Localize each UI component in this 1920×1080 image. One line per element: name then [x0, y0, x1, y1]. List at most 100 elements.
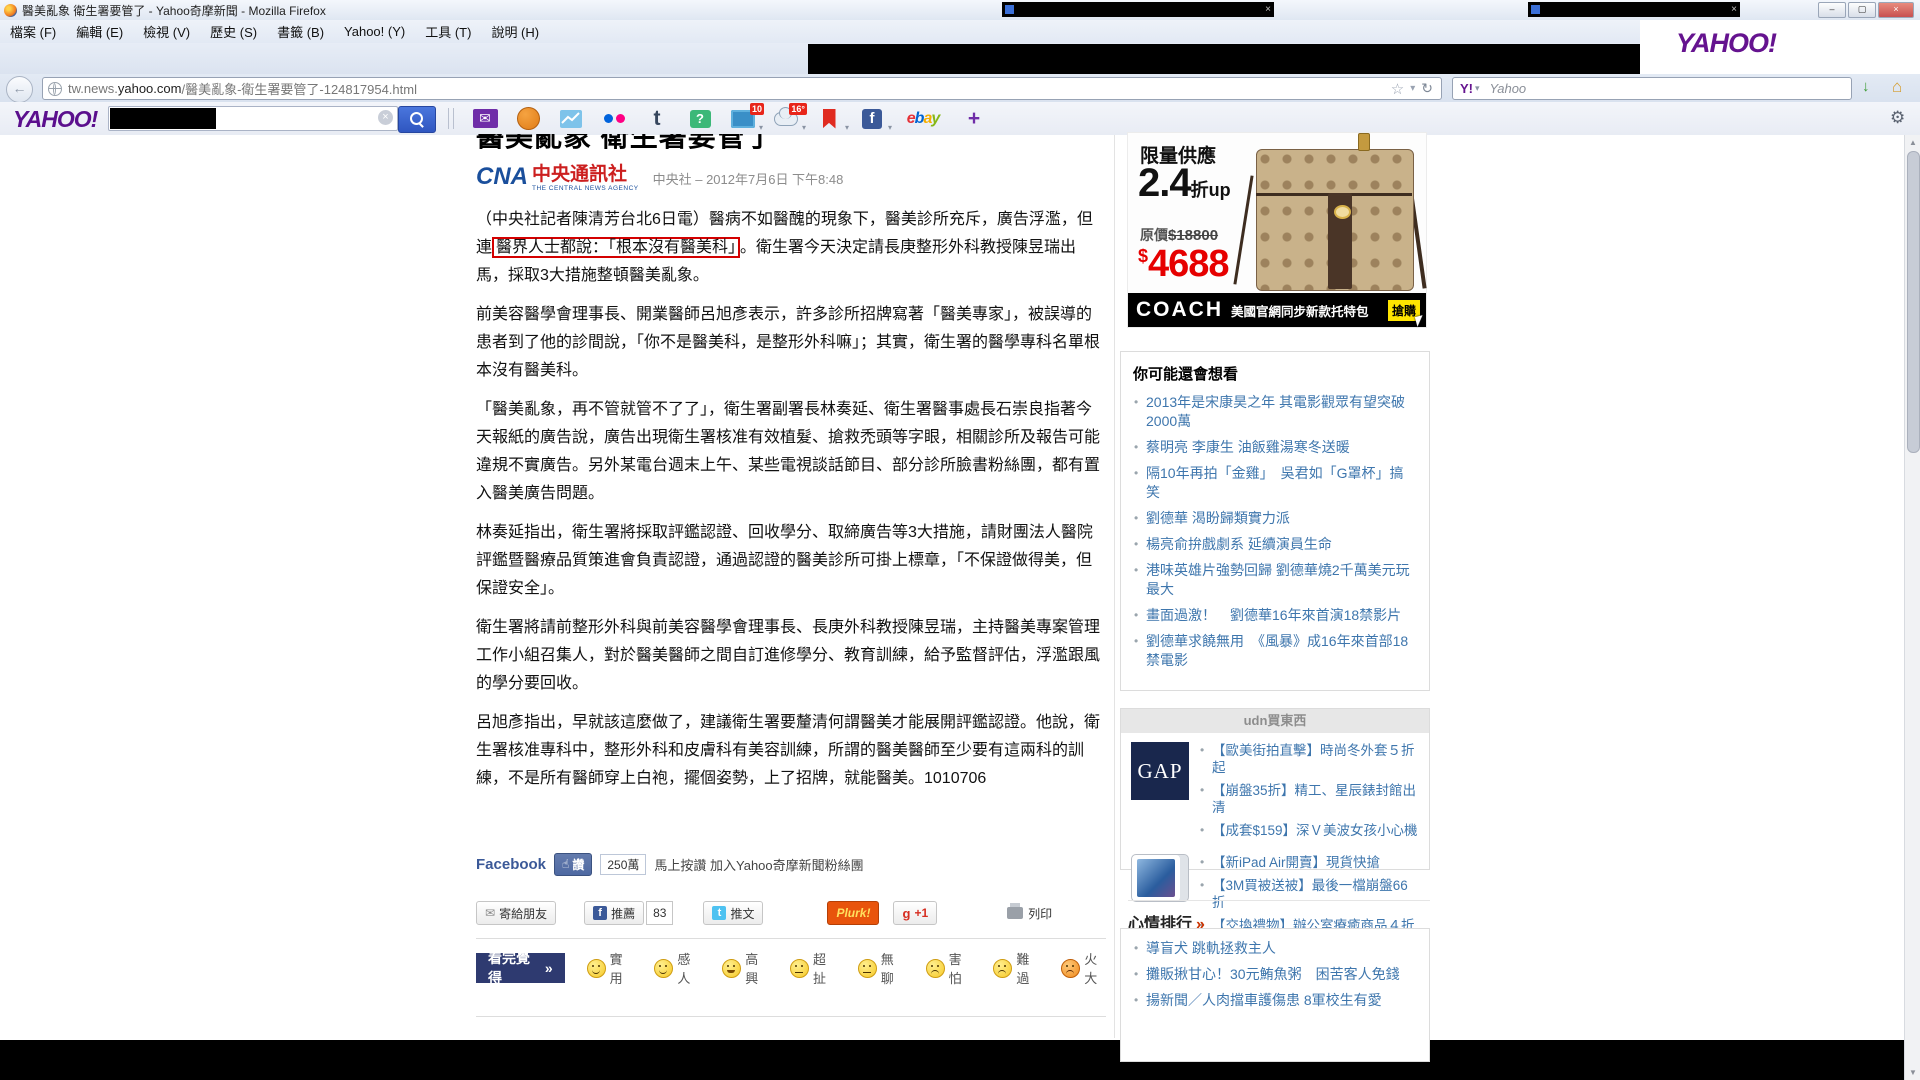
- bookmark-star-icon[interactable]: ☆: [1391, 80, 1404, 98]
- google-plusone-button[interactable]: g +1: [893, 901, 937, 925]
- mood-link[interactable]: 攤販揪甘心！30元鮪魚粥 困苦客人免錢: [1133, 965, 1417, 984]
- related-link[interactable]: 楊亮俞拚戲劇系 延續演員生命: [1133, 535, 1417, 554]
- close-button[interactable]: ×: [1878, 2, 1914, 18]
- print-button[interactable]: 列印: [1007, 905, 1052, 922]
- shopping-link[interactable]: 【成套$159】深Ｖ美波女孩小心機: [1199, 822, 1419, 839]
- menu-tools[interactable]: 工具 (T): [415, 22, 481, 41]
- related-link[interactable]: 劉德華 渴盼歸類實力派: [1133, 509, 1417, 528]
- flickr-icon[interactable]: [601, 106, 627, 132]
- scrollbar-thumb[interactable]: [1907, 151, 1920, 453]
- download-icon[interactable]: ↓: [1862, 78, 1870, 95]
- menu-history[interactable]: 歷史 (S): [200, 22, 267, 41]
- minimize-button[interactable]: –: [1818, 2, 1846, 18]
- reload-icon[interactable]: ↻: [1421, 80, 1433, 97]
- menu-yahoo[interactable]: Yahoo! (Y): [334, 24, 415, 39]
- related-link[interactable]: 劉德華求饒無用 《風暴》成16年來首部18禁電影: [1133, 632, 1417, 670]
- related-link[interactable]: 2013年是宋康昊之年 其電影觀眾有望突破2000萬: [1133, 393, 1417, 431]
- search-provider-icon[interactable]: Y!: [1460, 81, 1473, 96]
- toolbar-search-button[interactable]: [398, 106, 436, 133]
- browser-search-box[interactable]: Y! ▾: [1452, 77, 1852, 100]
- back-button[interactable]: ←: [6, 76, 33, 103]
- facebook-like-button[interactable]: ☝ 讚: [554, 853, 592, 876]
- printer-icon: [1007, 907, 1023, 919]
- magnifier-icon: [410, 112, 423, 125]
- tab-close-icon[interactable]: ×: [1265, 4, 1271, 15]
- reaction-useful[interactable]: 實用: [587, 949, 632, 987]
- gear-icon[interactable]: ⚙: [1890, 108, 1905, 128]
- buy-now-button[interactable]: 搶購: [1388, 300, 1420, 321]
- menu-help[interactable]: 說明 (H): [481, 22, 549, 41]
- related-link[interactable]: 港味英雄片強勢回歸 劉德華燒2千萬美元玩最大: [1133, 561, 1417, 599]
- yahoo-logo[interactable]: YAHOO!: [1676, 28, 1776, 59]
- gap-logo[interactable]: GAP: [1131, 742, 1189, 800]
- finance-chart-icon[interactable]: [558, 106, 584, 132]
- shopping-link[interactable]: 【崩盤35折】精工、星辰錶封館出清: [1199, 782, 1419, 816]
- news-icon[interactable]: 10 ▾: [730, 106, 756, 132]
- fan-prompt[interactable]: 馬上按讚 加入Yahoo奇摩新聞粉絲團: [654, 855, 863, 874]
- menu-bar: 檔案 (F) 編輯 (E) 檢視 (V) 歷史 (S) 書籤 (B) Yahoo…: [0, 20, 1920, 43]
- reaction-bored[interactable]: 無聊: [858, 949, 903, 987]
- menu-file[interactable]: 檔案 (F): [0, 22, 66, 41]
- maximize-button[interactable]: ▢: [1848, 2, 1876, 18]
- toolbar-search-box[interactable]: ×: [108, 106, 398, 131]
- tab-close-icon[interactable]: ×: [1731, 4, 1737, 15]
- menu-view[interactable]: 檢視 (V): [133, 22, 200, 41]
- scrollbar[interactable]: ▲ ▼: [1904, 135, 1920, 1080]
- reaction-angry[interactable]: 火大: [1061, 949, 1106, 987]
- mood-link[interactable]: 導盲犬 跳軌拯救主人: [1133, 939, 1417, 958]
- answers-icon[interactable]: ?: [687, 106, 713, 132]
- facebook-icon[interactable]: f ▾: [859, 106, 885, 132]
- url-subdomain: tw.news.: [68, 81, 118, 96]
- facebook-brand: Facebook: [476, 856, 546, 873]
- yahoo-toolbar-logo[interactable]: YAHOO!: [13, 106, 97, 133]
- search-provider-dropdown-icon[interactable]: ▾: [1475, 83, 1480, 94]
- twitter-icon: t: [712, 906, 726, 920]
- related-link[interactable]: 蔡明亮 李康生 油飯雞湯寒冬送暖: [1133, 438, 1417, 457]
- email-button[interactable]: ✉ 寄給朋友: [476, 901, 556, 925]
- redacted-bar: [808, 44, 1640, 74]
- weather-icon[interactable]: 16° ▾: [773, 106, 799, 132]
- sports-icon[interactable]: [515, 106, 541, 132]
- plurk-button[interactable]: Plurk!: [827, 901, 879, 925]
- clear-search-icon[interactable]: ×: [378, 110, 393, 125]
- navigation-bar: ← tw.news.yahoo.com/醫美亂象-衛生署要管了-12481795…: [0, 74, 1920, 103]
- tweet-button[interactable]: t 推文: [703, 901, 763, 925]
- shopping-link[interactable]: 【新iPad Air開賣】現貨快搶: [1199, 854, 1419, 871]
- reaction-absurd[interactable]: 超扯: [790, 949, 835, 987]
- byline-text: 中央社 – 2012年7月6日 下午8:48: [653, 169, 844, 188]
- mood-ranking-box: 導盲犬 跳軌拯救主人 攤販揪甘心！30元鮪魚粥 困苦客人免錢 揚新聞／人肉擋車護…: [1120, 928, 1430, 1062]
- facebook-fan-bar: Facebook ☝ 讚 250萬 馬上按讚 加入Yahoo奇摩新聞粉絲團: [476, 852, 1106, 876]
- reaction-sad[interactable]: 難過: [993, 949, 1038, 987]
- facebook-icon: f: [593, 906, 607, 920]
- add-service-icon[interactable]: +: [961, 106, 987, 132]
- bookmarks-icon[interactable]: ▾: [816, 106, 842, 132]
- mood-link[interactable]: 揚新聞／人肉擋車護傷患 8軍校生有愛: [1133, 991, 1417, 1010]
- tumblr-icon[interactable]: t: [644, 106, 670, 132]
- related-link[interactable]: 畫面過激！ 劉德華16年來首演18禁影片: [1133, 606, 1417, 625]
- url-bar[interactable]: tw.news.yahoo.com/醫美亂象-衛生署要管了-124817954.…: [42, 77, 1442, 100]
- coach-ad-banner[interactable]: 限量供應 2.4折up 原價$18800 $4688 COACH 美國官網同步新…: [1128, 133, 1426, 327]
- menu-bookmarks[interactable]: 書籤 (B): [267, 22, 334, 41]
- scroll-up-icon[interactable]: ▲: [1909, 138, 1917, 147]
- cna-logo[interactable]: CNA 中央通訊社 THE CENTRAL NEWS AGENCY: [476, 165, 639, 192]
- mail-icon[interactable]: ✉: [472, 106, 498, 132]
- site-identity-icon[interactable]: [48, 82, 62, 96]
- browser-tab[interactable]: ×: [1528, 2, 1740, 17]
- shopping-link[interactable]: 【歐美街拍直擊】時尚冬外套５折起: [1199, 742, 1419, 776]
- yahoo-toolbar: YAHOO! × ✉ t ? 10 ▾ 16° ▾ ▾ f: [0, 102, 1920, 136]
- browser-tab[interactable]: ×: [1002, 2, 1274, 17]
- facebook-recommend-button[interactable]: f 推薦: [584, 901, 644, 925]
- angry-smiley-icon: [1061, 959, 1080, 978]
- reaction-scared[interactable]: 害怕: [926, 949, 971, 987]
- reaction-happy[interactable]: 高興: [722, 949, 767, 987]
- related-link[interactable]: 隔10年再拍「金雞」 吳君如「G罩杯」搞笑: [1133, 464, 1417, 502]
- ipad-image[interactable]: [1131, 854, 1189, 902]
- ebay-icon[interactable]: ebay: [902, 106, 944, 132]
- browser-search-input[interactable]: [1488, 80, 1851, 97]
- menu-edit[interactable]: 編輯 (E): [66, 22, 133, 41]
- history-dropdown-icon[interactable]: ▾: [1410, 83, 1415, 94]
- ad-discount: 2.4折up: [1138, 161, 1231, 206]
- scroll-down-icon[interactable]: ▼: [1909, 1068, 1917, 1077]
- reaction-touched[interactable]: 感人: [654, 949, 699, 987]
- home-icon[interactable]: ⌂: [1892, 77, 1902, 97]
